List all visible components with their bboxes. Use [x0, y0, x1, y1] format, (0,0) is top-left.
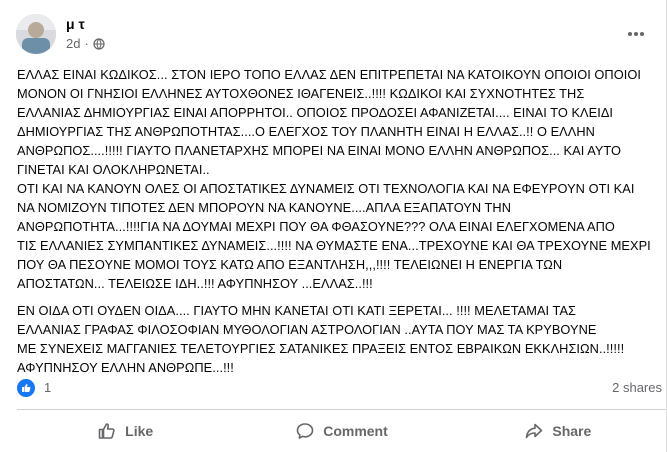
avatar[interactable] — [16, 14, 56, 54]
reaction-count[interactable]: 1 — [44, 380, 51, 395]
post-actions: Like Comment Share — [17, 413, 666, 449]
like-reaction-icon[interactable] — [17, 379, 35, 397]
thumbs-up-icon — [98, 423, 115, 439]
like-button[interactable]: Like — [17, 413, 233, 449]
share-button[interactable]: Share — [450, 413, 666, 449]
reactions-bar: 1 2 shares — [17, 378, 666, 400]
author-name[interactable]: μ τ — [66, 16, 85, 32]
actions-divider — [17, 409, 666, 410]
post-meta: 2d · — [66, 36, 105, 51]
comment-icon — [296, 423, 314, 439]
post-paragraph: ΕΝ ΟΙΔΑ ΟΤΙ ΟΥΔΕΝ ΟΙΔΑ.... ΓΙΑΥΤΟ ΜΗΝ ΚΑ… — [17, 303, 625, 375]
post-time[interactable]: 2d — [66, 36, 80, 51]
globe-icon[interactable] — [93, 37, 105, 50]
comment-label: Comment — [323, 423, 388, 439]
post-text: ΕΛΛΑΣ ΕΙΝΑΙ ΚΩΔΙΚΟΣ... ΣΤΟΝ ΙΕΡΟ ΤΟΠΟ ΕΛ… — [17, 65, 667, 377]
like-label: Like — [125, 423, 154, 439]
avatar-photo-icon — [16, 14, 56, 54]
share-arrow-icon — [526, 423, 543, 439]
comment-button[interactable]: Comment — [233, 413, 449, 449]
more-options-icon[interactable] — [624, 22, 648, 46]
post-header: μ τ 2d · — [16, 14, 654, 58]
post-paragraph: ΕΛΛΑΣ ΕΙΝΑΙ ΚΩΔΙΚΟΣ... ΣΤΟΝ ΙΕΡΟ ΤΟΠΟ ΕΛ… — [17, 67, 651, 291]
post-card: μ τ 2d · ΕΛΛΑΣ ΕΙΝΑΙ ΚΩΔΙΚΟΣ... ΣΤΟΝ ΙΕΡ… — [0, 0, 667, 452]
share-label: Share — [552, 423, 592, 439]
share-count[interactable]: 2 shares — [612, 380, 662, 395]
meta-separator: · — [84, 36, 89, 51]
